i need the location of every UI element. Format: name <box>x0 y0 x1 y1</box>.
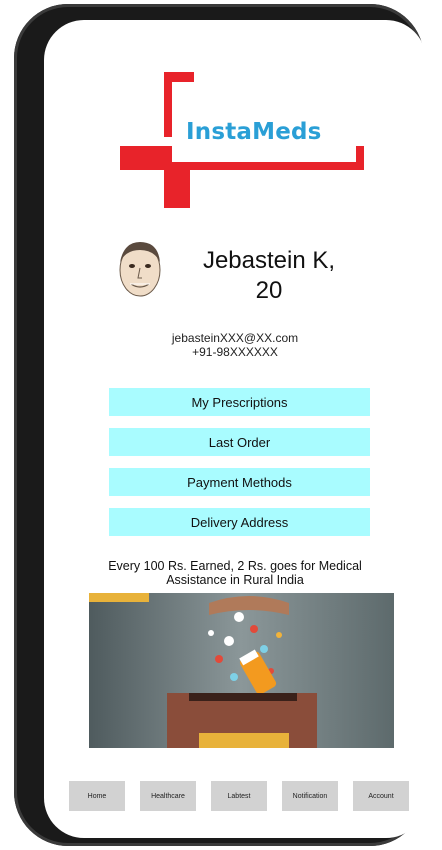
contact-info: jebasteinXXX@XX.com +91-98XXXXXX <box>44 331 426 359</box>
profile-name-line: Jebastein K, <box>202 247 336 274</box>
nav-labtest[interactable]: Labtest <box>211 781 267 811</box>
person-portrait-icon <box>114 236 166 302</box>
logo-text: InstaMeds <box>186 119 322 145</box>
profile-name: Jebastein K, 20 <box>184 246 354 306</box>
nav-notification[interactable]: Notification <box>282 781 338 811</box>
charity-line-2: Assistance in Rural India <box>166 573 304 587</box>
profile-age: 20 <box>255 277 283 304</box>
payment-methods-button[interactable]: Payment Methods <box>109 468 370 496</box>
nav-home[interactable]: Home <box>69 781 125 811</box>
app-screen: InstaMeds Jebastein K, 20 jebasteinXXX@X… <box>44 20 426 838</box>
charity-note: Every 100 Rs. Earned, 2 Rs. goes for Med… <box>84 559 386 587</box>
instameds-logo: InstaMeds <box>120 72 364 208</box>
phone-text: +91-98XXXXXX <box>192 345 278 359</box>
medicine-donation-box-illustration <box>89 593 394 748</box>
last-order-button[interactable]: Last Order <box>109 428 370 456</box>
delivery-address-button[interactable]: Delivery Address <box>109 508 370 536</box>
nav-healthcare[interactable]: Healthcare <box>140 781 196 811</box>
email-text: jebasteinXXX@XX.com <box>171 331 299 345</box>
nav-account[interactable]: Account <box>353 781 409 811</box>
phone-frame: InstaMeds Jebastein K, 20 jebasteinXXX@X… <box>14 4 426 846</box>
charity-line-1: Every 100 Rs. Earned, 2 Rs. goes for Med… <box>108 559 362 573</box>
my-prescriptions-button[interactable]: My Prescriptions <box>109 388 370 416</box>
